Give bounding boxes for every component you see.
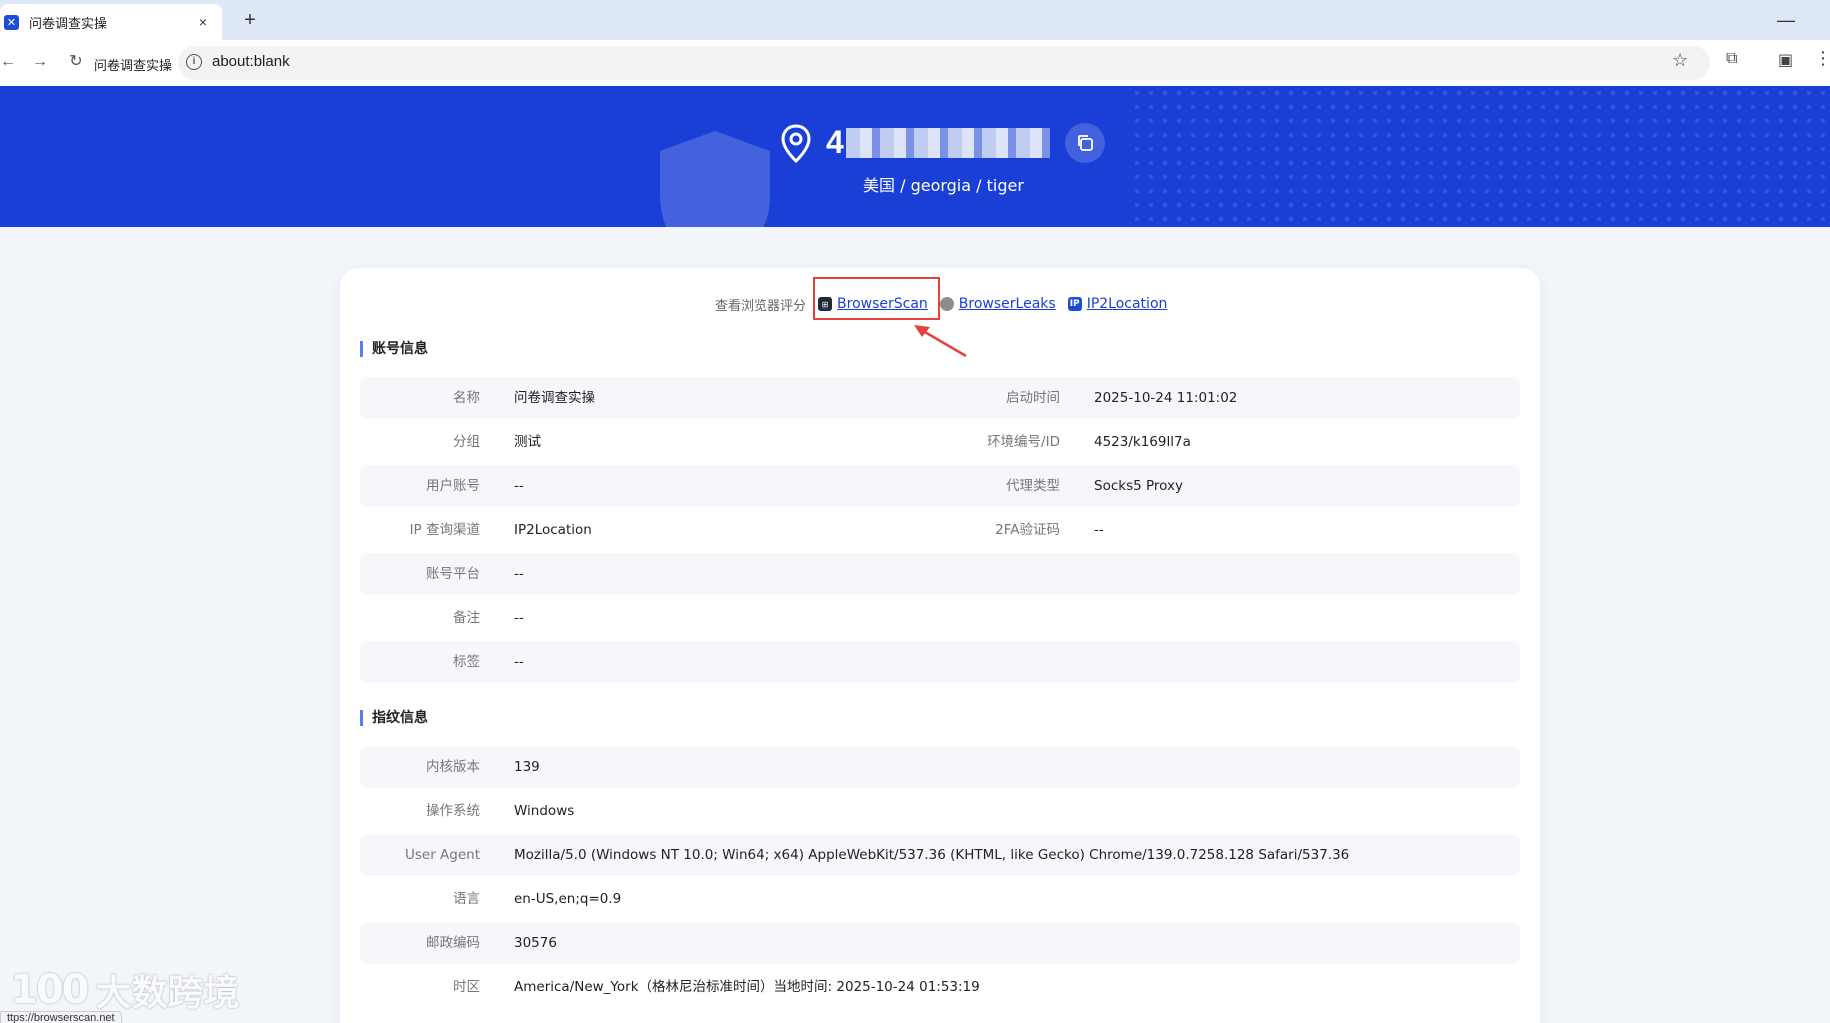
side-panel-icon[interactable]: ▣ bbox=[1778, 50, 1793, 70]
ip2location-icon: IP bbox=[1067, 297, 1082, 311]
score-links-label: 查看浏览器评分 bbox=[715, 298, 807, 314]
field-value: 30576 bbox=[514, 935, 557, 951]
field-label: 2FA验证码 bbox=[995, 522, 1060, 538]
browserleaks-link[interactable]: BrowserLeaks bbox=[939, 296, 1056, 312]
field-label: 语言 bbox=[453, 891, 480, 907]
site-info-icon[interactable]: i bbox=[186, 54, 202, 70]
field-value: 2025-10-24 11:01:02 bbox=[1094, 390, 1238, 406]
field-label: 用户账号 bbox=[426, 478, 480, 494]
browserleaks-icon bbox=[939, 297, 954, 311]
field-label: 时区 bbox=[453, 979, 480, 995]
field-label: 账号平台 bbox=[426, 566, 480, 582]
field-label: 备注 bbox=[453, 610, 480, 626]
field-value: 139 bbox=[514, 759, 540, 775]
table-row: 内核版本 139 bbox=[360, 746, 1520, 788]
field-value: 问卷调查实操 bbox=[514, 390, 595, 406]
table-row: 用户账号 -- 代理类型 Socks5 Proxy bbox=[360, 465, 1520, 507]
table-row: 语言 en-US,en;q=0.9 bbox=[360, 878, 1520, 920]
annotation-highlight-box bbox=[813, 277, 940, 320]
field-label: 标签 bbox=[453, 654, 480, 670]
field-value: -- bbox=[514, 566, 524, 582]
field-label: 分组 bbox=[453, 434, 480, 450]
field-label: 内核版本 bbox=[426, 759, 480, 775]
field-value: -- bbox=[514, 654, 524, 670]
table-row: 邮政编码 30576 bbox=[360, 922, 1520, 964]
table-row: 账号平台 -- bbox=[360, 553, 1520, 595]
close-tab-icon[interactable]: × bbox=[194, 14, 212, 30]
status-bar-url: ttps://browserscan.net bbox=[0, 1011, 122, 1023]
watermark-logo: 100 大数跨境 bbox=[10, 964, 240, 1016]
table-row: 时区 America/New_York（格林尼治标准时间）当地时间: 2025-… bbox=[360, 966, 1520, 1008]
bookmark-star-icon[interactable]: ☆ bbox=[1672, 50, 1688, 71]
reload-icon[interactable]: ↻ bbox=[64, 50, 88, 74]
tab-title: 问卷调查实操 bbox=[29, 16, 108, 32]
account-section-title: 账号信息 bbox=[360, 341, 428, 357]
minimize-button[interactable]: — bbox=[1774, 8, 1798, 32]
field-value: Windows bbox=[514, 803, 575, 819]
table-row: User Agent Mozilla/5.0 (Windows NT 10.0;… bbox=[360, 834, 1520, 876]
copy-ip-button[interactable] bbox=[1065, 123, 1105, 163]
field-label: User Agent bbox=[404, 847, 480, 863]
field-value: Mozilla/5.0 (Windows NT 10.0; Win64; x64… bbox=[514, 847, 1350, 863]
field-label: 启动时间 bbox=[1006, 390, 1060, 406]
field-value: -- bbox=[514, 478, 524, 494]
field-value: 4523/k169ll7a bbox=[1094, 434, 1191, 450]
menu-icon[interactable]: ⋮ bbox=[1814, 48, 1830, 69]
field-value: en-US,en;q=0.9 bbox=[514, 891, 622, 907]
annotation-arrow-icon bbox=[914, 325, 967, 358]
browserleaks-link-text: BrowserLeaks bbox=[958, 296, 1056, 312]
new-tab-button[interactable]: + bbox=[238, 8, 262, 32]
field-label: IP 查询渠道 bbox=[409, 522, 480, 538]
profile-name: 问卷调查实操 bbox=[94, 59, 173, 74]
url-text[interactable]: about:blank bbox=[212, 53, 290, 70]
field-label: 环境编号/ID bbox=[987, 434, 1060, 450]
table-row: IP 查询渠道 IP2Location 2FA验证码 -- bbox=[360, 509, 1520, 551]
fingerprint-shield-icon bbox=[660, 131, 770, 227]
field-value: IP2Location bbox=[514, 522, 592, 538]
field-label: 代理类型 bbox=[1006, 478, 1060, 494]
ip-location: 美国 / georgia / tiger bbox=[863, 176, 1024, 195]
field-value: America/New_York（格林尼治标准时间）当地时间: 2025-10-… bbox=[514, 979, 980, 995]
copy-icon bbox=[1078, 135, 1093, 151]
field-label: 操作系统 bbox=[426, 803, 480, 819]
table-row: 操作系统 Windows bbox=[360, 790, 1520, 832]
table-row: 名称 问卷调查实操 启动时间 2025-10-24 11:01:02 bbox=[360, 377, 1520, 419]
ip2location-link[interactable]: IP IP2Location bbox=[1067, 296, 1168, 312]
watermark-mark: 100 bbox=[10, 967, 89, 1013]
extensions-icon[interactable]: ⧉ bbox=[1726, 50, 1737, 68]
fingerprint-section-title: 指纹信息 bbox=[360, 710, 428, 726]
field-value: -- bbox=[1094, 522, 1104, 538]
browser-tab[interactable]: ✕ 问卷调查实操 × bbox=[0, 4, 222, 40]
ip2location-link-text: IP2Location bbox=[1086, 296, 1168, 312]
field-value: 测试 bbox=[514, 434, 541, 450]
tab-strip bbox=[0, 0, 1830, 40]
ip-address: 4 bbox=[826, 124, 844, 160]
back-icon[interactable]: ← bbox=[0, 50, 20, 74]
field-label: 名称 bbox=[453, 390, 480, 406]
field-value: -- bbox=[514, 610, 524, 626]
field-value: Socks5 Proxy bbox=[1094, 478, 1183, 494]
field-label: 邮政编码 bbox=[426, 935, 480, 951]
bs-logo-icon: ✕ bbox=[4, 14, 19, 30]
ip-redaction-mosaic bbox=[846, 128, 1050, 158]
table-row: 标签 -- bbox=[360, 641, 1520, 683]
browser-score-links: 查看浏览器评分 ⊞ BrowserScan BrowserLeaks IP IP… bbox=[715, 294, 1179, 314]
world-dots-background bbox=[1130, 86, 1830, 227]
forward-icon[interactable]: → bbox=[28, 50, 52, 74]
table-row: 分组 测试 环境编号/ID 4523/k169ll7a bbox=[360, 421, 1520, 463]
table-row: 备注 -- bbox=[360, 597, 1520, 639]
location-pin-icon bbox=[781, 124, 811, 164]
watermark-text: 大数跨境 bbox=[95, 973, 240, 1014]
address-bar[interactable] bbox=[178, 46, 1710, 80]
